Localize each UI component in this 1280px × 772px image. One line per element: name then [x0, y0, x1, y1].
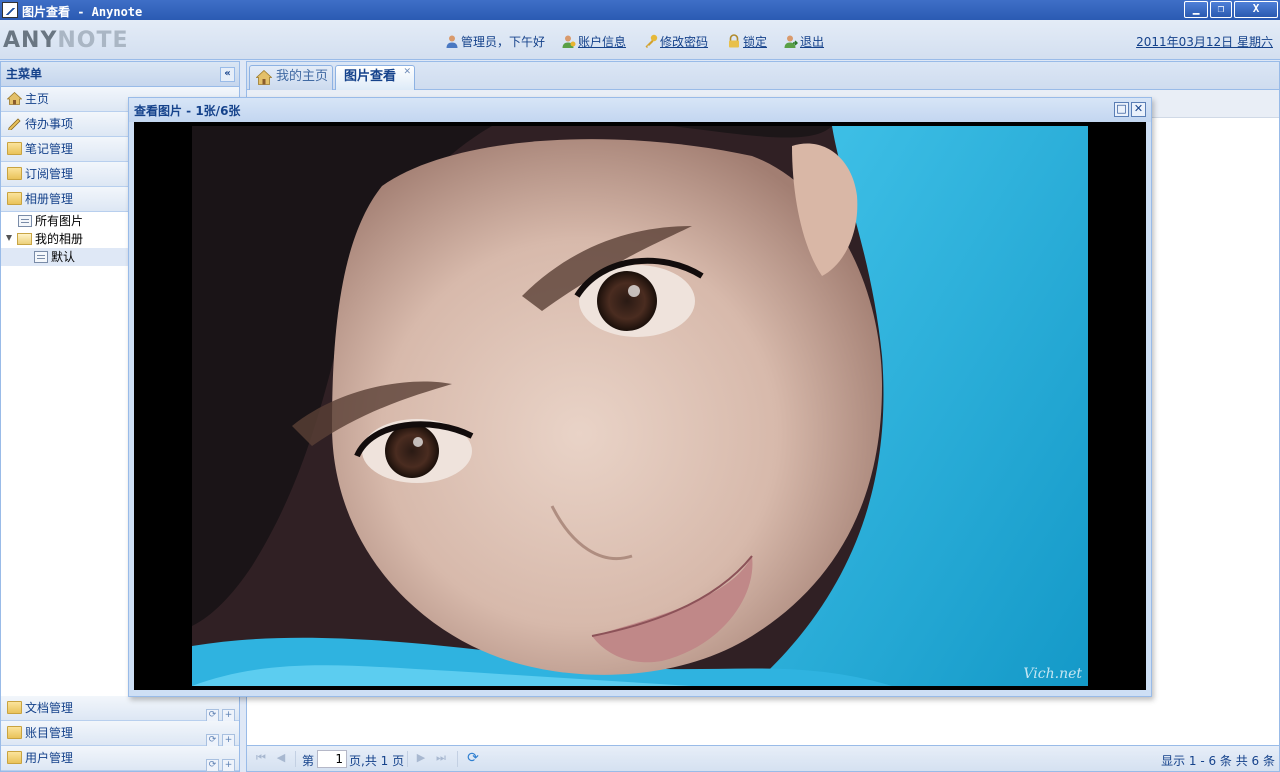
logout-icon	[784, 35, 798, 48]
main-menu-header: 主菜单 «	[1, 62, 239, 87]
minimize-button[interactable]: ▁	[1184, 1, 1208, 18]
pager-separator	[407, 751, 408, 767]
key-icon	[645, 34, 658, 48]
change-password-link[interactable]: 修改密码	[644, 33, 708, 50]
window-close-button[interactable]: X	[1234, 1, 1278, 18]
tab-strip: 我的主页 图片查看 ✕	[247, 62, 1279, 90]
portrait-photo: Vich.net	[192, 126, 1088, 686]
photo-watermark: Vich.net	[1023, 666, 1082, 682]
folder-icon	[7, 751, 22, 764]
page-suffix: 页,共 1 页	[349, 754, 405, 768]
add-icon[interactable]: +	[222, 759, 235, 772]
pager-separator	[457, 751, 458, 767]
collapse-menu-button[interactable]: «	[220, 67, 235, 82]
folder-icon	[7, 167, 22, 180]
prev-page-icon[interactable]: ◀	[275, 752, 287, 764]
user-icon	[446, 35, 458, 48]
home-icon	[7, 92, 22, 105]
maximize-icon[interactable]: □	[1114, 102, 1129, 117]
folder-icon	[7, 142, 22, 155]
refresh-icon[interactable]: ⟳	[206, 759, 219, 772]
page-prefix: 第	[302, 754, 315, 768]
last-page-icon[interactable]: ⏭	[435, 752, 447, 764]
pencil-icon	[8, 118, 21, 130]
refresh-icon[interactable]: ⟳	[467, 751, 479, 765]
viewer-header: 查看图片 - 1张/6张 □ ✕	[129, 98, 1151, 122]
main-menu-title: 主菜单	[6, 67, 43, 81]
app-logo: ANYNOTE	[3, 28, 129, 53]
image-viewer-dialog: 查看图片 - 1张/6张 □ ✕ Vich.net	[128, 97, 1152, 697]
pager-separator	[295, 751, 296, 767]
folder-icon	[7, 726, 22, 739]
paging-toolbar: ⏮ ◀ 第 页,共 1 页 ▶ ⏭ ⟳ 显示 1 - 6 条 共 6 条	[247, 745, 1279, 771]
account-icon	[562, 35, 576, 48]
list-icon	[18, 215, 32, 227]
next-page-icon[interactable]: ▶	[415, 752, 427, 764]
lock-link[interactable]: 锁定	[727, 33, 767, 50]
folder-icon	[7, 701, 22, 714]
paging-summary: 显示 1 - 6 条 共 6 条	[1161, 754, 1275, 768]
window-title: 图片查看 - Anynote	[22, 5, 143, 19]
page-number-input[interactable]	[317, 750, 347, 768]
menu-item-accounts[interactable]: 账目管理 ⟳ +	[1, 721, 239, 747]
first-page-icon[interactable]: ⏮	[255, 752, 267, 764]
folder-icon	[7, 192, 22, 205]
logout-link[interactable]: 退出	[784, 33, 824, 50]
menu-item-documents[interactable]: 文档管理 ⟳ +	[1, 696, 239, 722]
expand-arrow-icon[interactable]	[6, 235, 12, 241]
app-header: ANYNOTE 管理员，下午好 账户信息 修改密码 锁定 退出 2011年03月…	[0, 20, 1280, 60]
tab-close-icon[interactable]: ✕	[403, 67, 411, 77]
viewer-title: 查看图片 - 1张/6张	[134, 104, 241, 118]
list-icon	[34, 251, 48, 263]
tree-node-default[interactable]: 默认	[1, 248, 129, 266]
account-info-link[interactable]: 账户信息	[562, 33, 626, 50]
current-date[interactable]: 2011年03月12日 星期六	[1136, 33, 1273, 50]
window-title-bar: 图片查看 - Anynote ▁ ❐ X	[0, 0, 1280, 20]
lock-icon	[729, 34, 739, 48]
app-icon	[2, 2, 18, 18]
home-icon	[256, 70, 272, 85]
tab-my-home[interactable]: 我的主页	[249, 65, 333, 90]
greeting-link: 管理员，下午好	[445, 33, 545, 50]
viewer-body: Vich.net	[134, 122, 1146, 690]
menu-item-users[interactable]: 用户管理 ⟳ +	[1, 746, 239, 772]
tab-picture-view[interactable]: 图片查看 ✕	[335, 65, 415, 90]
folder-icon	[17, 233, 32, 245]
close-icon[interactable]: ✕	[1131, 102, 1146, 117]
restore-button[interactable]: ❐	[1210, 1, 1232, 18]
